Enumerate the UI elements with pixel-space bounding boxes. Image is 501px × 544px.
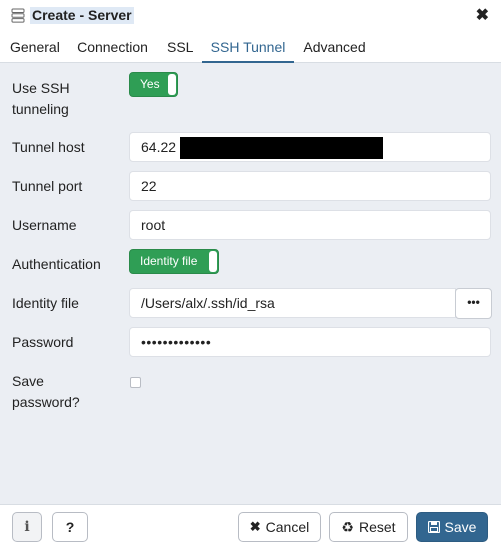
authentication-toggle-label: Identity file	[140, 254, 198, 268]
save-button[interactable]: Save	[416, 512, 488, 542]
cancel-button[interactable]: ✖ Cancel	[238, 512, 321, 542]
authentication-label: Authentication	[12, 256, 101, 272]
save-password-label-line1: Save	[12, 373, 44, 389]
tab-ssl[interactable]: SSL	[167, 32, 193, 63]
dialog-title: Create - Server	[30, 7, 134, 24]
tab-general[interactable]: General	[10, 32, 60, 63]
browse-file-button[interactable]: •••	[455, 288, 492, 319]
tunnel-port-label: Tunnel port	[12, 178, 83, 194]
cancel-label: Cancel	[265, 519, 310, 535]
x-icon: ✖	[249, 519, 261, 534]
recycle-icon: ♻	[341, 518, 354, 535]
info-button[interactable]: i	[12, 512, 42, 542]
tab-connection[interactable]: Connection	[76, 32, 149, 63]
use-ssh-label-line2: tunneling	[12, 101, 69, 117]
username-input[interactable]: root	[129, 210, 491, 240]
save-label: Save	[444, 519, 477, 535]
save-password-label-line2: password?	[12, 394, 80, 410]
use-ssh-toggle[interactable]: Yes	[129, 72, 178, 97]
tab-advanced[interactable]: Advanced	[303, 32, 366, 63]
form-panel	[0, 63, 501, 504]
save-password-checkbox[interactable]	[130, 377, 141, 388]
close-icon[interactable]: ✖	[476, 7, 489, 25]
use-ssh-label-line1: Use SSH	[12, 80, 70, 96]
floppy-disk-icon	[427, 521, 440, 533]
server-icon	[11, 8, 25, 23]
redaction-bar	[180, 137, 383, 159]
info-icon: i	[24, 519, 30, 535]
identity-file-input[interactable]: /Users/alx/.ssh/id_rsa	[129, 288, 456, 318]
help-button[interactable]: ?	[52, 512, 88, 542]
reset-label: Reset	[358, 519, 396, 535]
password-input[interactable]: •••••••••••••	[129, 327, 491, 357]
tab-bar: General Connection SSL SSH Tunnel Advanc…	[0, 32, 501, 63]
authentication-toggle[interactable]: Identity file	[129, 249, 219, 274]
identity-file-label: Identity file	[12, 295, 79, 311]
use-ssh-toggle-label: Yes	[140, 77, 160, 91]
tunnel-host-label: Tunnel host	[12, 139, 85, 155]
toggle-knob	[209, 251, 217, 272]
dialog-titlebar: Create - Server ✖	[0, 0, 501, 32]
toggle-knob	[168, 74, 176, 95]
tunnel-port-input[interactable]: 22	[129, 171, 491, 201]
username-label: Username	[12, 217, 77, 233]
password-label: Password	[12, 334, 74, 350]
tab-ssh-tunnel[interactable]: SSH Tunnel	[202, 32, 294, 63]
reset-button[interactable]: ♻ Reset	[329, 512, 408, 542]
dialog-footer: i ? ✖ Cancel ♻ Reset Save	[0, 504, 501, 544]
help-icon: ?	[65, 519, 75, 535]
